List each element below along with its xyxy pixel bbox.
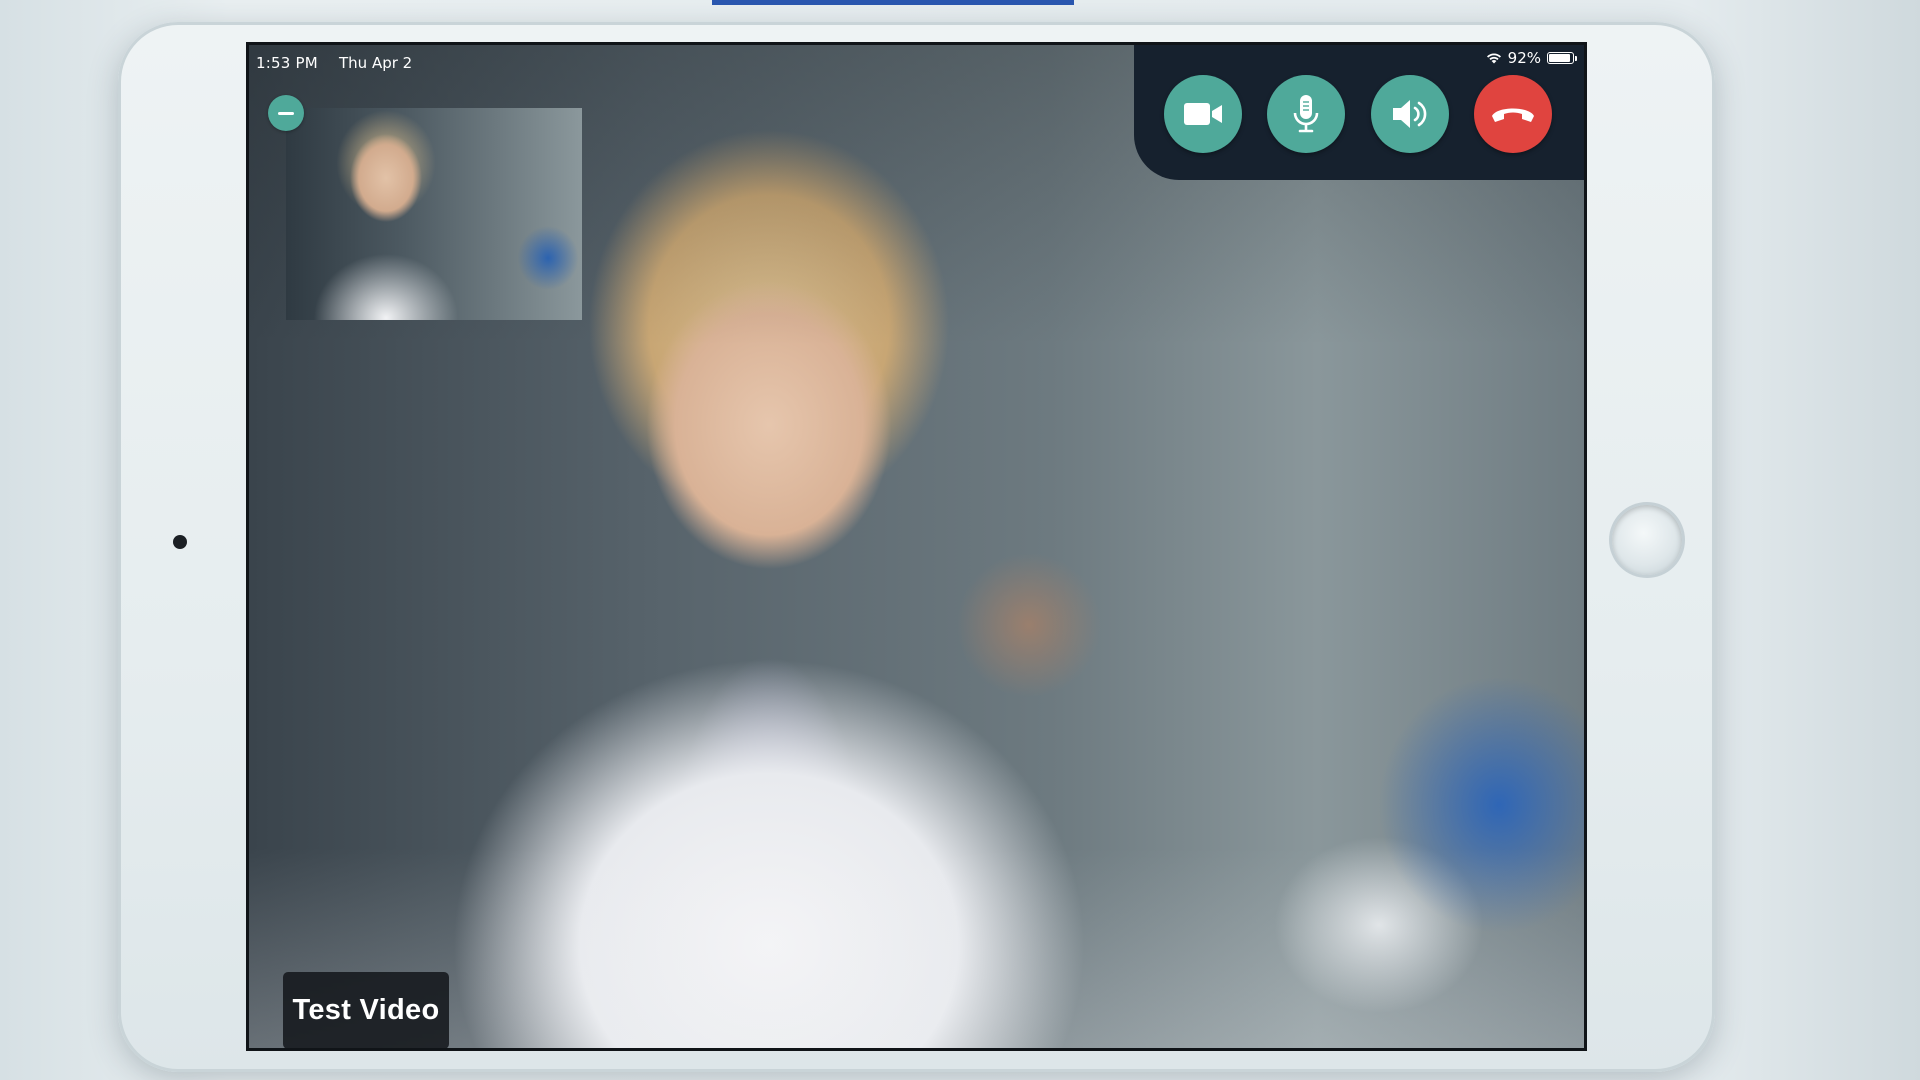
wall-accent-strip [712, 0, 1074, 5]
speaker-icon [1393, 100, 1427, 128]
status-date: Thu Apr 2 [339, 54, 413, 72]
call-control-panel: 92% [1134, 45, 1584, 180]
home-button[interactable] [1612, 505, 1682, 575]
microphone-icon [1293, 95, 1319, 133]
video-toggle-button[interactable] [1164, 75, 1242, 153]
status-time: 1:53 PM [256, 54, 318, 72]
speaker-toggle-button[interactable] [1371, 75, 1449, 153]
tablet-screen: 1:53 PM Thu Apr 2 92% Test Video [246, 42, 1587, 1051]
end-call-button[interactable] [1474, 75, 1552, 153]
minimize-self-view-button[interactable] [268, 95, 304, 131]
battery-fill [1549, 54, 1571, 62]
front-camera [173, 535, 187, 549]
battery-percent: 92% [1507, 49, 1541, 67]
battery-icon [1547, 52, 1577, 64]
minus-icon [278, 111, 294, 115]
test-video-label: Test Video [283, 972, 449, 1048]
microphone-toggle-button[interactable] [1267, 75, 1345, 153]
hang-up-icon [1492, 108, 1534, 122]
video-camera-icon [1184, 103, 1222, 125]
status-indicators: 92% [1486, 49, 1577, 67]
self-view-video[interactable] [286, 108, 582, 320]
wifi-icon [1486, 53, 1501, 64]
